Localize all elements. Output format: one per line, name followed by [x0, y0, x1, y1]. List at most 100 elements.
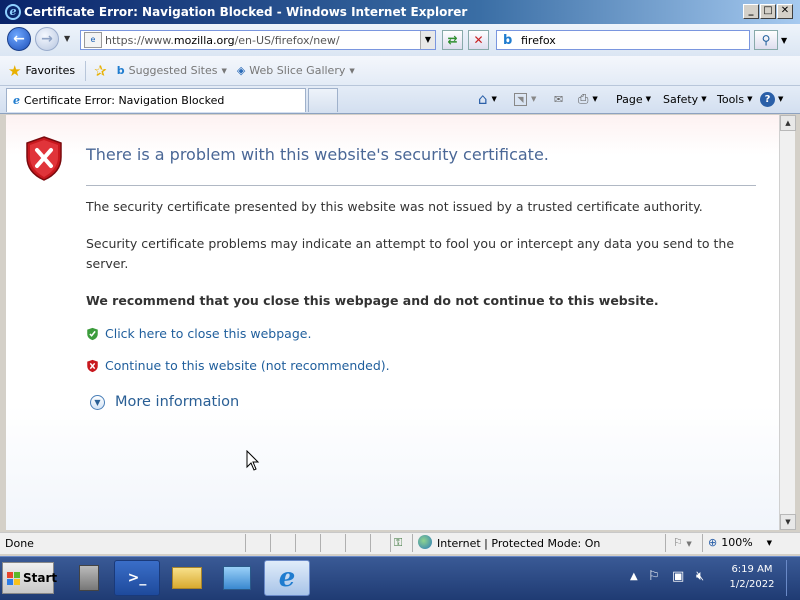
- address-url[interactable]: https://www.mozilla.org/en-US/firefox/ne…: [105, 34, 340, 47]
- recommendation-text: We recommend that you close this webpage…: [86, 293, 659, 308]
- page-menu[interactable]: Page ▼: [616, 90, 651, 108]
- read-mail-button[interactable]: ✉: [554, 90, 563, 108]
- divider: [86, 185, 756, 186]
- recent-pages-dropdown-icon[interactable]: ▼: [64, 34, 70, 43]
- feeds-icon: ◥: [514, 92, 527, 106]
- forward-button[interactable]: →: [35, 27, 59, 51]
- suggested-sites-button[interactable]: b Suggested Sites ▼: [117, 64, 227, 77]
- more-information-toggle[interactable]: ▼ More information: [90, 394, 239, 410]
- server-manager-icon: [79, 565, 99, 591]
- minimize-button[interactable]: _: [743, 4, 759, 19]
- chevron-down-icon: ▼: [747, 95, 753, 103]
- folder-icon: [172, 567, 202, 589]
- web-slice-icon: ◈: [236, 64, 246, 77]
- security-zone-text[interactable]: Internet | Protected Mode: On: [437, 537, 600, 550]
- close-webpage-link[interactable]: Click here to close this webpage.: [86, 326, 311, 341]
- divider: [665, 534, 666, 552]
- divider: [412, 534, 413, 552]
- status-text: Done: [5, 537, 34, 550]
- ie-logo-icon: e: [5, 4, 21, 20]
- start-button[interactable]: Start: [2, 562, 57, 594]
- ie-logo-icon: e: [278, 563, 296, 593]
- clock-date[interactable]: 1/2/2022: [724, 579, 780, 590]
- chevron-down-icon: ▼: [701, 95, 707, 103]
- internet-zone-icon: [418, 535, 432, 549]
- mouse-cursor-icon: [246, 450, 260, 471]
- bing-icon: b: [503, 32, 513, 48]
- action-center-icon[interactable]: ⚐: [648, 569, 660, 584]
- chevron-down-icon: ▼: [349, 66, 355, 75]
- search-options-icon[interactable]: ▼: [781, 36, 787, 45]
- safety-menu[interactable]: Safety ▼: [663, 90, 707, 108]
- compatibility-view-icon[interactable]: ⇄: [442, 30, 463, 50]
- title-bar: e Certificate Error: Navigation Blocked …: [0, 0, 800, 24]
- internet-explorer-taskbar-button[interactable]: e: [264, 560, 310, 596]
- zoom-icon: ⊕: [708, 536, 718, 549]
- powershell-icon: >_: [127, 570, 147, 586]
- printer-icon: ⎙: [578, 91, 589, 107]
- expand-icon: ▼: [90, 394, 105, 410]
- divider: [320, 534, 321, 552]
- zoom-control[interactable]: ⊕ 100% ▼: [708, 536, 772, 549]
- scroll-down-arrow[interactable]: ▼: [780, 514, 796, 530]
- feeds-button[interactable]: ◥ ▼: [514, 90, 536, 108]
- page-content: There is a problem with this website's s…: [6, 115, 779, 530]
- divider: [390, 534, 391, 552]
- maximize-button[interactable]: □: [760, 4, 776, 19]
- address-dropdown-icon[interactable]: ▼: [420, 31, 435, 49]
- divider: [345, 534, 346, 552]
- address-bar[interactable]: e https://www.mozilla.org/en-US/firefox/…: [80, 30, 436, 50]
- chevron-down-icon: ▼: [221, 66, 227, 75]
- new-tab-button[interactable]: [308, 88, 338, 112]
- scroll-up-arrow[interactable]: ▲: [780, 115, 796, 131]
- tab-certificate-error[interactable]: e Certificate Error: Navigation Blocked: [6, 88, 306, 112]
- stop-icon[interactable]: ✕: [468, 30, 489, 50]
- chevron-down-icon: ▼: [645, 95, 652, 103]
- clock-time[interactable]: 6:19 AM: [724, 564, 780, 575]
- divider: [370, 534, 371, 552]
- star-icon: ★: [8, 61, 22, 80]
- ie-page-icon: e: [13, 94, 20, 107]
- search-icon[interactable]: ⚲: [754, 30, 778, 50]
- add-favorite-icon: ✰: [94, 61, 107, 80]
- home-button[interactable]: ⌂ ▼: [478, 90, 497, 108]
- system-tray: ▲ ⚐ ▣ 🔇︎ 6:19 AM 1/2/2022: [624, 558, 800, 598]
- chevron-down-icon: ▼: [766, 538, 773, 547]
- favorites-bar: ★ Favorites ✰ b Suggested Sites ▼ ◈ Web …: [0, 56, 800, 86]
- windows-logo-icon: [7, 571, 20, 585]
- powershell-taskbar-button[interactable]: >_: [114, 560, 160, 596]
- paragraph-not-trusted: The security certificate presented by th…: [86, 199, 703, 214]
- explorer-taskbar-button[interactable]: [164, 560, 210, 596]
- volume-muted-icon[interactable]: 🔇︎: [696, 569, 704, 584]
- web-slice-gallery-button[interactable]: ◈ Web Slice Gallery ▼: [237, 64, 355, 77]
- search-box[interactable]: b firefox: [496, 30, 750, 50]
- help-button[interactable]: ? ▼: [760, 90, 783, 108]
- server-manager-taskbar-button[interactable]: [66, 560, 112, 596]
- mail-icon: ✉: [554, 92, 564, 106]
- close-window-button[interactable]: ✕: [777, 4, 793, 19]
- paragraph-risk: Security certificate problems may indica…: [86, 236, 735, 271]
- divider: [270, 534, 271, 552]
- continue-website-link[interactable]: Continue to this website (not recommende…: [86, 358, 390, 373]
- divider: [85, 60, 87, 81]
- popup-blocker-icon[interactable]: ⚐ ▼: [673, 536, 692, 549]
- add-to-favorites-button[interactable]: ✰: [94, 62, 107, 80]
- network-icon[interactable]: ▣: [672, 569, 684, 584]
- bing-icon: b: [116, 64, 125, 77]
- tools-menu[interactable]: Tools ▼: [717, 90, 753, 108]
- vertical-scrollbar[interactable]: ▲ ▼: [779, 115, 796, 530]
- favorites-button[interactable]: ★ Favorites: [8, 62, 75, 80]
- show-desktop-button[interactable]: [786, 560, 798, 596]
- page-heading: There is a problem with this website's s…: [86, 145, 549, 164]
- red-shield-small-icon: [87, 359, 98, 372]
- divider: [245, 534, 246, 552]
- control-panel-taskbar-button[interactable]: [214, 560, 260, 596]
- print-button[interactable]: ⎙ ▼: [578, 90, 598, 108]
- help-icon: ?: [760, 91, 775, 107]
- protected-mode-icon: ⚿: [394, 536, 403, 549]
- search-input[interactable]: firefox: [521, 34, 556, 47]
- divider: [702, 534, 703, 552]
- show-hidden-icons-icon[interactable]: ▲: [630, 571, 638, 582]
- page-icon: e: [84, 32, 102, 48]
- back-button[interactable]: ←: [7, 27, 31, 51]
